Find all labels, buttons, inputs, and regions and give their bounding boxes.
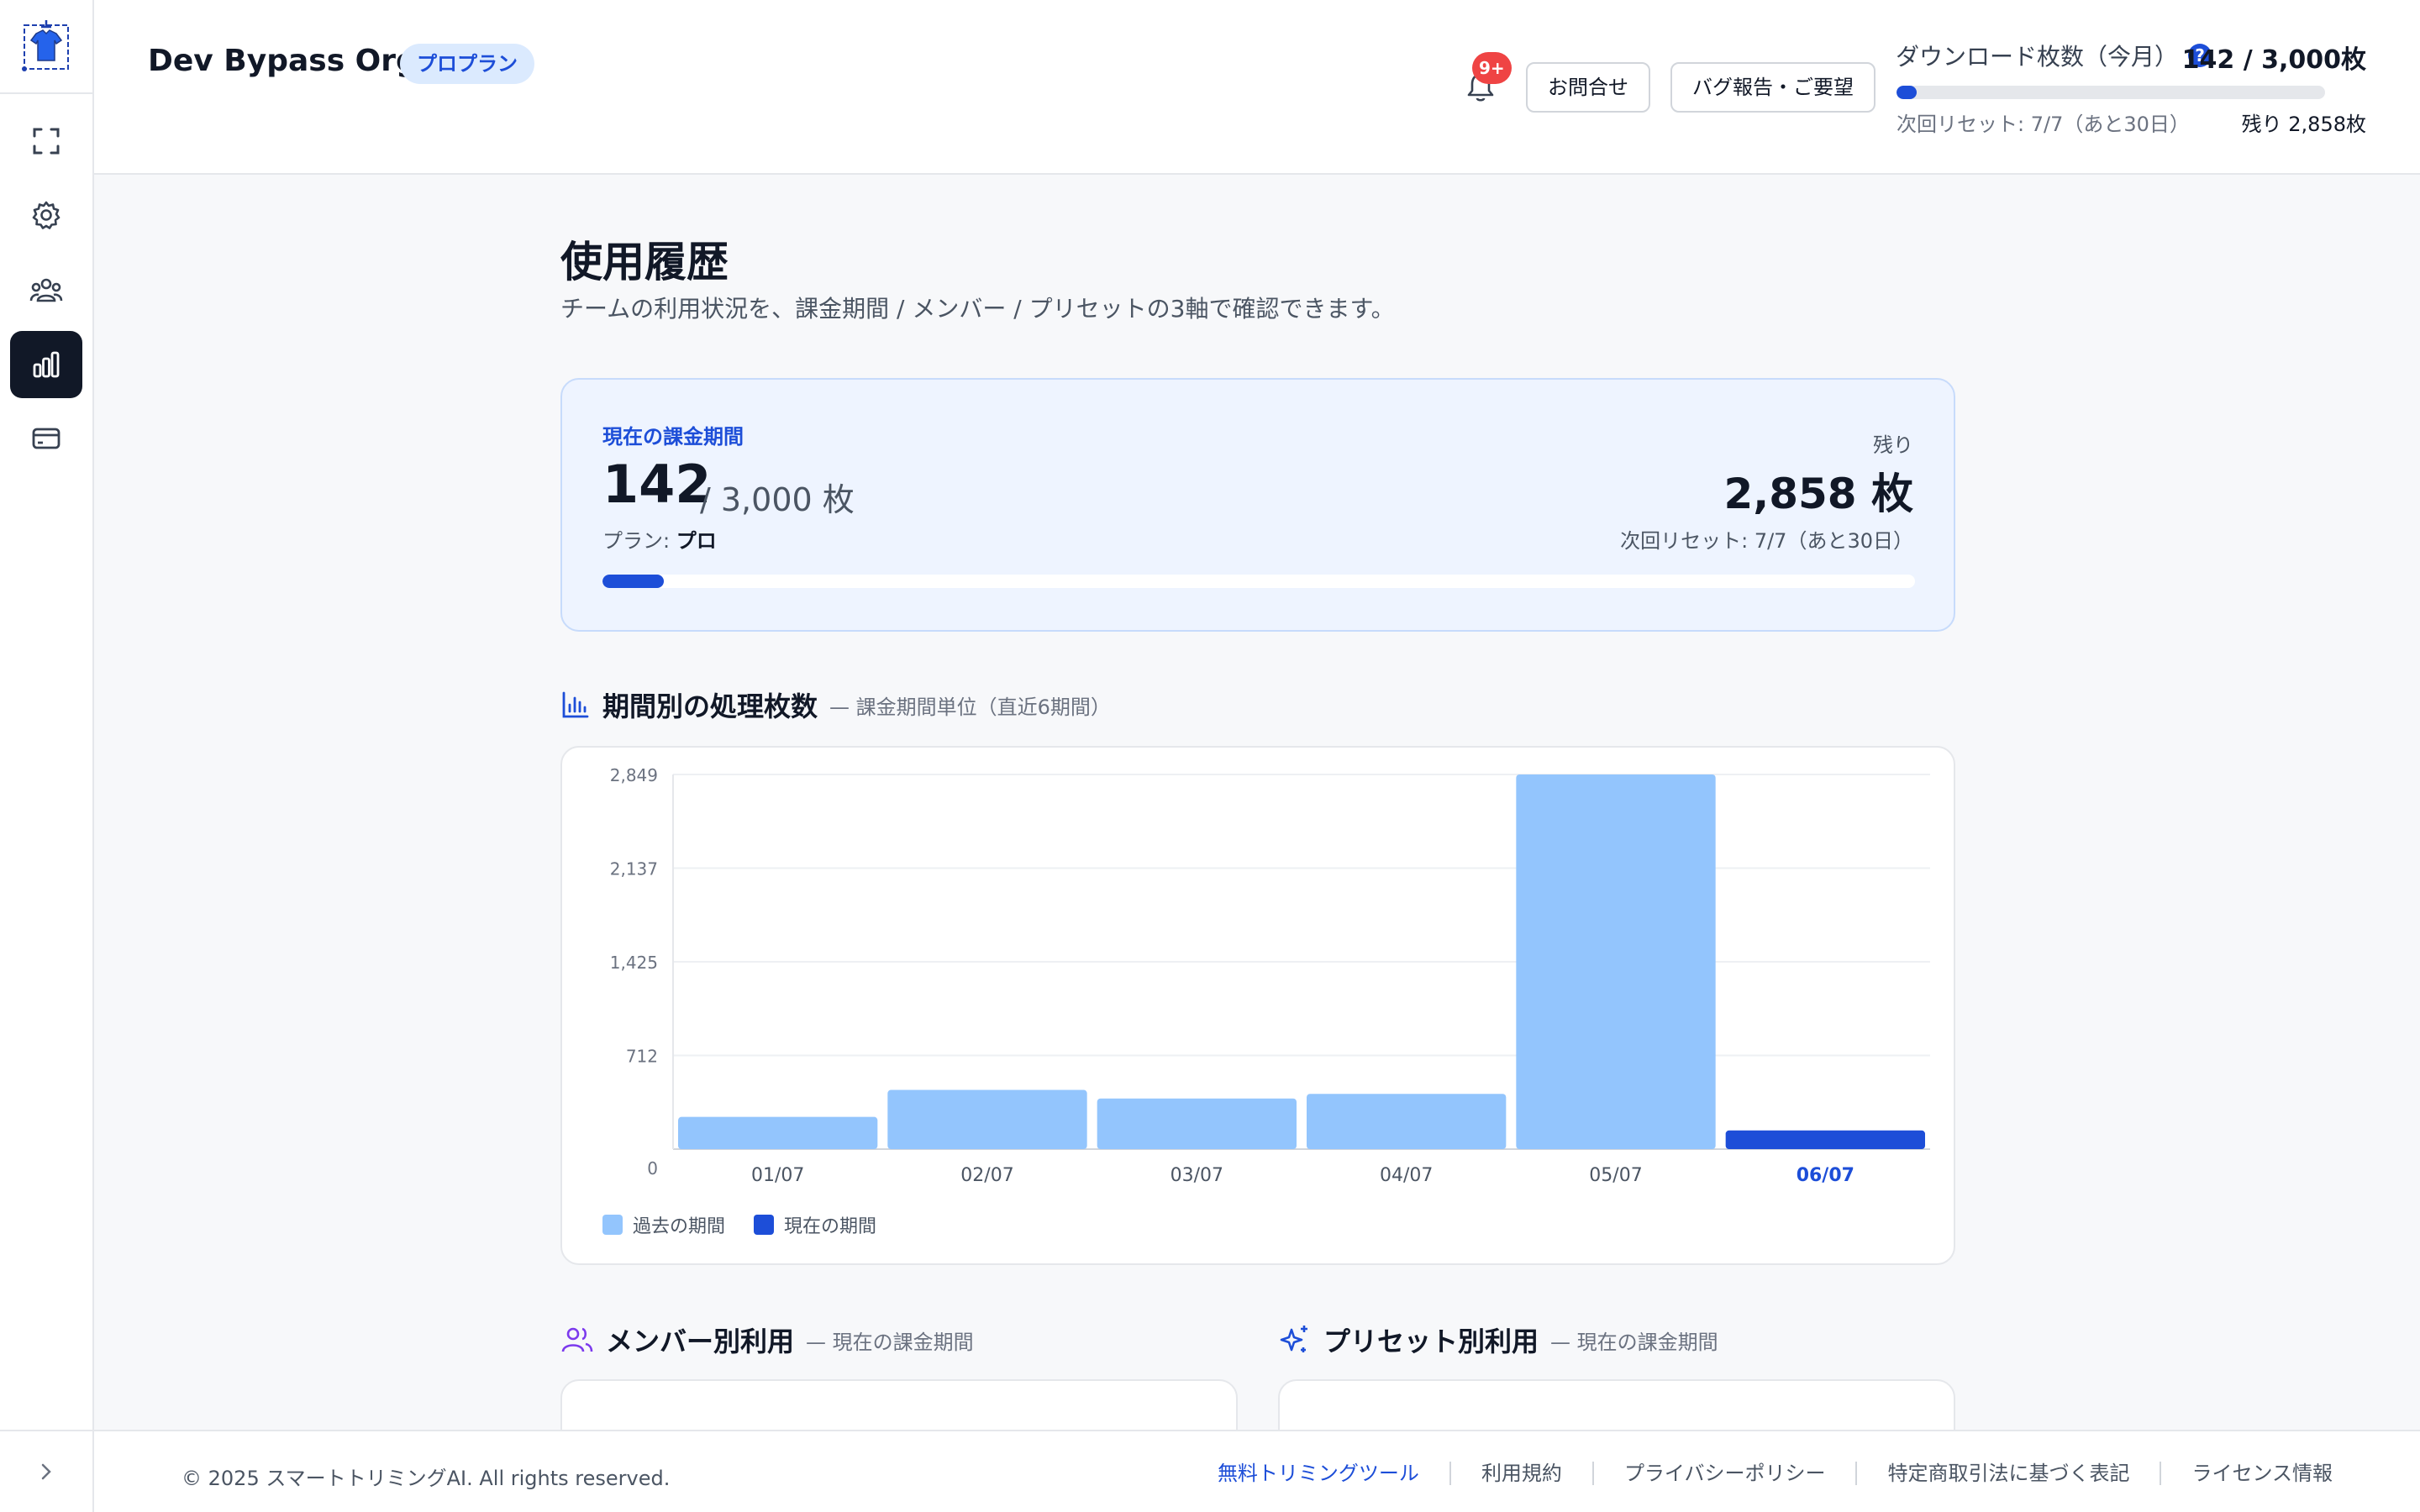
preset-section-title: プリセット別利用 — [1323, 1326, 1539, 1357]
nav-billing[interactable] — [10, 405, 82, 472]
billing-period-summary: 現在の課金期間 142 / 3,000 枚 プラン: プロ 残り 2,858 枚… — [560, 378, 1955, 632]
gear-icon — [32, 201, 60, 229]
nav-crop[interactable] — [10, 108, 82, 175]
users-icon — [561, 1327, 593, 1352]
bar-past-period — [887, 1089, 1087, 1149]
copyright: © 2025 スマートトリミングAI. All rights reserved. — [182, 1467, 671, 1490]
period-section-header: 期間別の処理枚数 — 課金期間単位（直近6期間） — [560, 685, 1111, 724]
footer-links: 無料トリミングツール 利用規約 プライバシーポリシー 特定商取引法に基づく表記 … — [1187, 1462, 2333, 1485]
summary-total: / 3,000 枚 — [700, 481, 855, 518]
bar-chart-icon — [33, 351, 60, 378]
downloads-progress-fill — [1897, 86, 1918, 99]
legend-swatch-past — [602, 1215, 623, 1235]
header: Dev Bypass Org プロプラン 9+ お問合せ バグ報告・ご要望 ダウ… — [94, 0, 2420, 175]
summary-reset: 次回リセット: 7/7（あと30日） — [1620, 529, 1913, 553]
period-section-title: 期間別の処理枚数 — [602, 690, 818, 722]
sidebar — [0, 0, 94, 1512]
member-section-subtitle: — 現在の課金期間 — [806, 1330, 974, 1354]
legend-item-current: 現在の期間 — [754, 1211, 876, 1238]
bar-past-period — [678, 1116, 878, 1149]
nav-settings[interactable] — [10, 181, 82, 249]
summary-plan-label: プラン: — [602, 529, 676, 553]
member-section-header: メンバー別利用 — 現在の課金期間 — [560, 1320, 974, 1359]
summary-remaining: 2,858 枚 — [1723, 470, 1913, 518]
nav-team[interactable] — [10, 257, 82, 324]
chevron-right-icon — [41, 1463, 51, 1480]
x-tick-label: 04/07 — [1380, 1165, 1433, 1186]
notification-count-badge: 9+ — [1472, 52, 1512, 84]
summary-used: 142 — [602, 454, 712, 515]
users-icon — [29, 278, 63, 302]
bar-chart-icon — [562, 691, 589, 718]
shirt-logo-icon — [22, 20, 69, 71]
sidebar-expand-button[interactable] — [0, 1430, 92, 1512]
downloads-remaining: 残り 2,858枚 — [2241, 113, 2366, 136]
preset-section-header: プリセット別利用 — 現在の課金期間 — [1278, 1320, 1718, 1359]
sparkles-icon — [1280, 1326, 1307, 1352]
x-tick-label: 06/07 — [1797, 1165, 1854, 1186]
footer-link-commerce[interactable]: 特定商取引法に基づく表記 — [1855, 1462, 2160, 1485]
summary-plan-value: プロ — [676, 529, 717, 553]
summary-plan: プラン: プロ — [602, 524, 717, 554]
footer-link-free-tool[interactable]: 無料トリミングツール — [1187, 1462, 1449, 1485]
x-tick-label: 01/07 — [751, 1165, 804, 1186]
summary-remaining-label: 残り — [1873, 433, 1913, 457]
y-tick-label: 712 — [626, 1047, 658, 1067]
app-logo[interactable] — [0, 0, 92, 94]
y-tick-label: 0 — [647, 1158, 658, 1179]
feedback-button[interactable]: バグ報告・ご要望 — [1670, 62, 1876, 113]
y-tick-label: 2,849 — [610, 765, 658, 785]
bar-current-period — [1725, 1130, 1925, 1149]
period-chart-card: 0 712 1,425 2,137 2,849 01/07 02/07 03/07 04/07 0… — [560, 746, 1955, 1265]
footer-link-privacy[interactable]: プライバシーポリシー — [1591, 1462, 1856, 1485]
y-tick-label: 1,425 — [610, 953, 658, 973]
footer-link-license[interactable]: ライセンス情報 — [2160, 1462, 2333, 1485]
downloads-count: 142 / 3,000枚 — [2181, 45, 2366, 75]
member-section-title: メンバー別利用 — [606, 1326, 795, 1357]
x-tick-label: 05/07 — [1589, 1165, 1642, 1186]
main-content: 使用履歴 チームの利用状況を、課金期間 / メンバー / プリセットの3軸で確認… — [94, 176, 2420, 1480]
period-bar-chart: 0 712 1,425 2,137 2,849 01/07 02/07 03/07 04/07 0… — [610, 765, 1930, 1186]
legend-item-past: 過去の期間 — [602, 1211, 725, 1238]
x-tick-label: 03/07 — [1171, 1165, 1223, 1186]
bar-past-period — [1307, 1094, 1507, 1149]
preset-section-subtitle: — 現在の課金期間 — [1550, 1330, 1718, 1354]
org-name: Dev Bypass Org — [148, 44, 418, 78]
period-section-subtitle: — 課金期間単位（直近6期間） — [829, 695, 1111, 719]
frame-corners-icon — [33, 128, 60, 155]
legend-swatch-current — [754, 1215, 775, 1235]
bar-past-period — [1516, 774, 1716, 1149]
page-subtitle: チームの利用状況を、課金期間 / メンバー / プリセットの3軸で確認できます。 — [560, 295, 1395, 323]
chart-legend: 過去の期間 現在の期間 — [602, 1211, 876, 1238]
summary-progress-bar — [602, 575, 1915, 588]
bar-past-period — [1097, 1098, 1297, 1149]
downloads-title: ダウンロード枚数（今月） — [1896, 43, 2179, 71]
downloads-reset: 次回リセット: 7/7（あと30日） — [1897, 113, 2190, 136]
nav-usage[interactable] — [10, 331, 82, 398]
summary-progress-fill — [602, 575, 665, 588]
y-tick-label: 2,137 — [610, 859, 658, 879]
plan-badge: プロプラン — [400, 44, 534, 84]
credit-card-icon — [32, 428, 60, 449]
summary-label: 現在の課金期間 — [602, 425, 744, 449]
x-tick-label: 02/07 — [960, 1165, 1013, 1186]
legend-label-current: 現在の期間 — [784, 1216, 877, 1237]
footer: © 2025 スマートトリミングAI. All rights reserved.… — [94, 1430, 2420, 1512]
downloads-progress-bar — [1897, 86, 2325, 99]
page-title: 使用履歴 — [560, 238, 729, 286]
contact-button[interactable]: お問合せ — [1526, 62, 1650, 113]
legend-label-past: 過去の期間 — [633, 1216, 726, 1237]
footer-link-terms[interactable]: 利用規約 — [1449, 1462, 1592, 1485]
